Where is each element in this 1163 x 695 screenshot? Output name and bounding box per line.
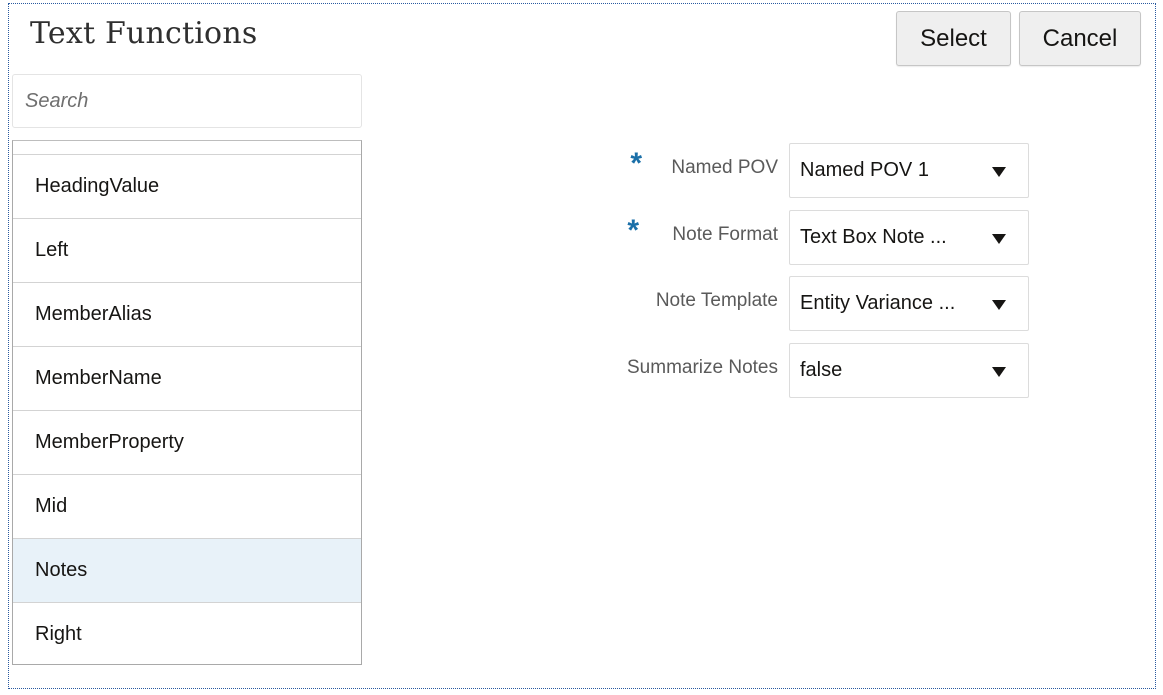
required-marker: *	[627, 214, 639, 247]
cancel-button[interactable]: Cancel	[1019, 11, 1141, 66]
named-pov-select[interactable]: Named POV 1	[789, 143, 1029, 198]
field-note-format: * Note Format Text Box Note ...	[580, 210, 1030, 266]
list-spacer	[13, 141, 361, 155]
search-input[interactable]	[23, 88, 347, 114]
field-note-template: Note Template Entity Variance ...	[580, 276, 1030, 332]
field-label-note-format: Note Format	[672, 224, 778, 245]
list-item-left[interactable]: Left	[13, 219, 361, 283]
list-item-right[interactable]: Right	[13, 603, 361, 664]
search-box	[12, 74, 362, 128]
field-summarize-notes: Summarize Notes false	[580, 343, 1030, 399]
select-button[interactable]: Select	[896, 11, 1011, 66]
list-item-notes[interactable]: Notes	[13, 539, 361, 603]
field-label-note-template: Note Template	[655, 290, 778, 311]
summarize-notes-select[interactable]: false	[789, 343, 1029, 398]
dialog-title: Text Functions	[30, 16, 258, 51]
note-template-value: Entity Variance ...	[800, 292, 956, 314]
chevron-down-icon	[992, 300, 1006, 310]
required-marker: *	[630, 147, 642, 180]
named-pov-value: Named POV 1	[800, 159, 929, 181]
field-named-pov: * Named POV Named POV 1	[580, 143, 1030, 199]
list-item-headingvalue[interactable]: HeadingValue	[13, 155, 361, 219]
chevron-down-icon	[992, 167, 1006, 177]
chevron-down-icon	[992, 234, 1006, 244]
list-item-mid[interactable]: Mid	[13, 475, 361, 539]
field-label-named-pov: Named POV	[671, 157, 778, 178]
list-item-memberproperty[interactable]: MemberProperty	[13, 411, 361, 475]
list-item-membername[interactable]: MemberName	[13, 347, 361, 411]
chevron-down-icon	[992, 367, 1006, 377]
list-item-memberalias[interactable]: MemberAlias	[13, 283, 361, 347]
field-label-summarize-notes: Summarize Notes	[627, 357, 778, 378]
note-template-select[interactable]: Entity Variance ...	[789, 276, 1029, 331]
summarize-notes-value: false	[800, 359, 843, 381]
note-format-value: Text Box Note ...	[800, 226, 947, 248]
function-list[interactable]: HeadingValue Left MemberAlias MemberName…	[12, 140, 362, 665]
note-format-select[interactable]: Text Box Note ...	[789, 210, 1029, 265]
